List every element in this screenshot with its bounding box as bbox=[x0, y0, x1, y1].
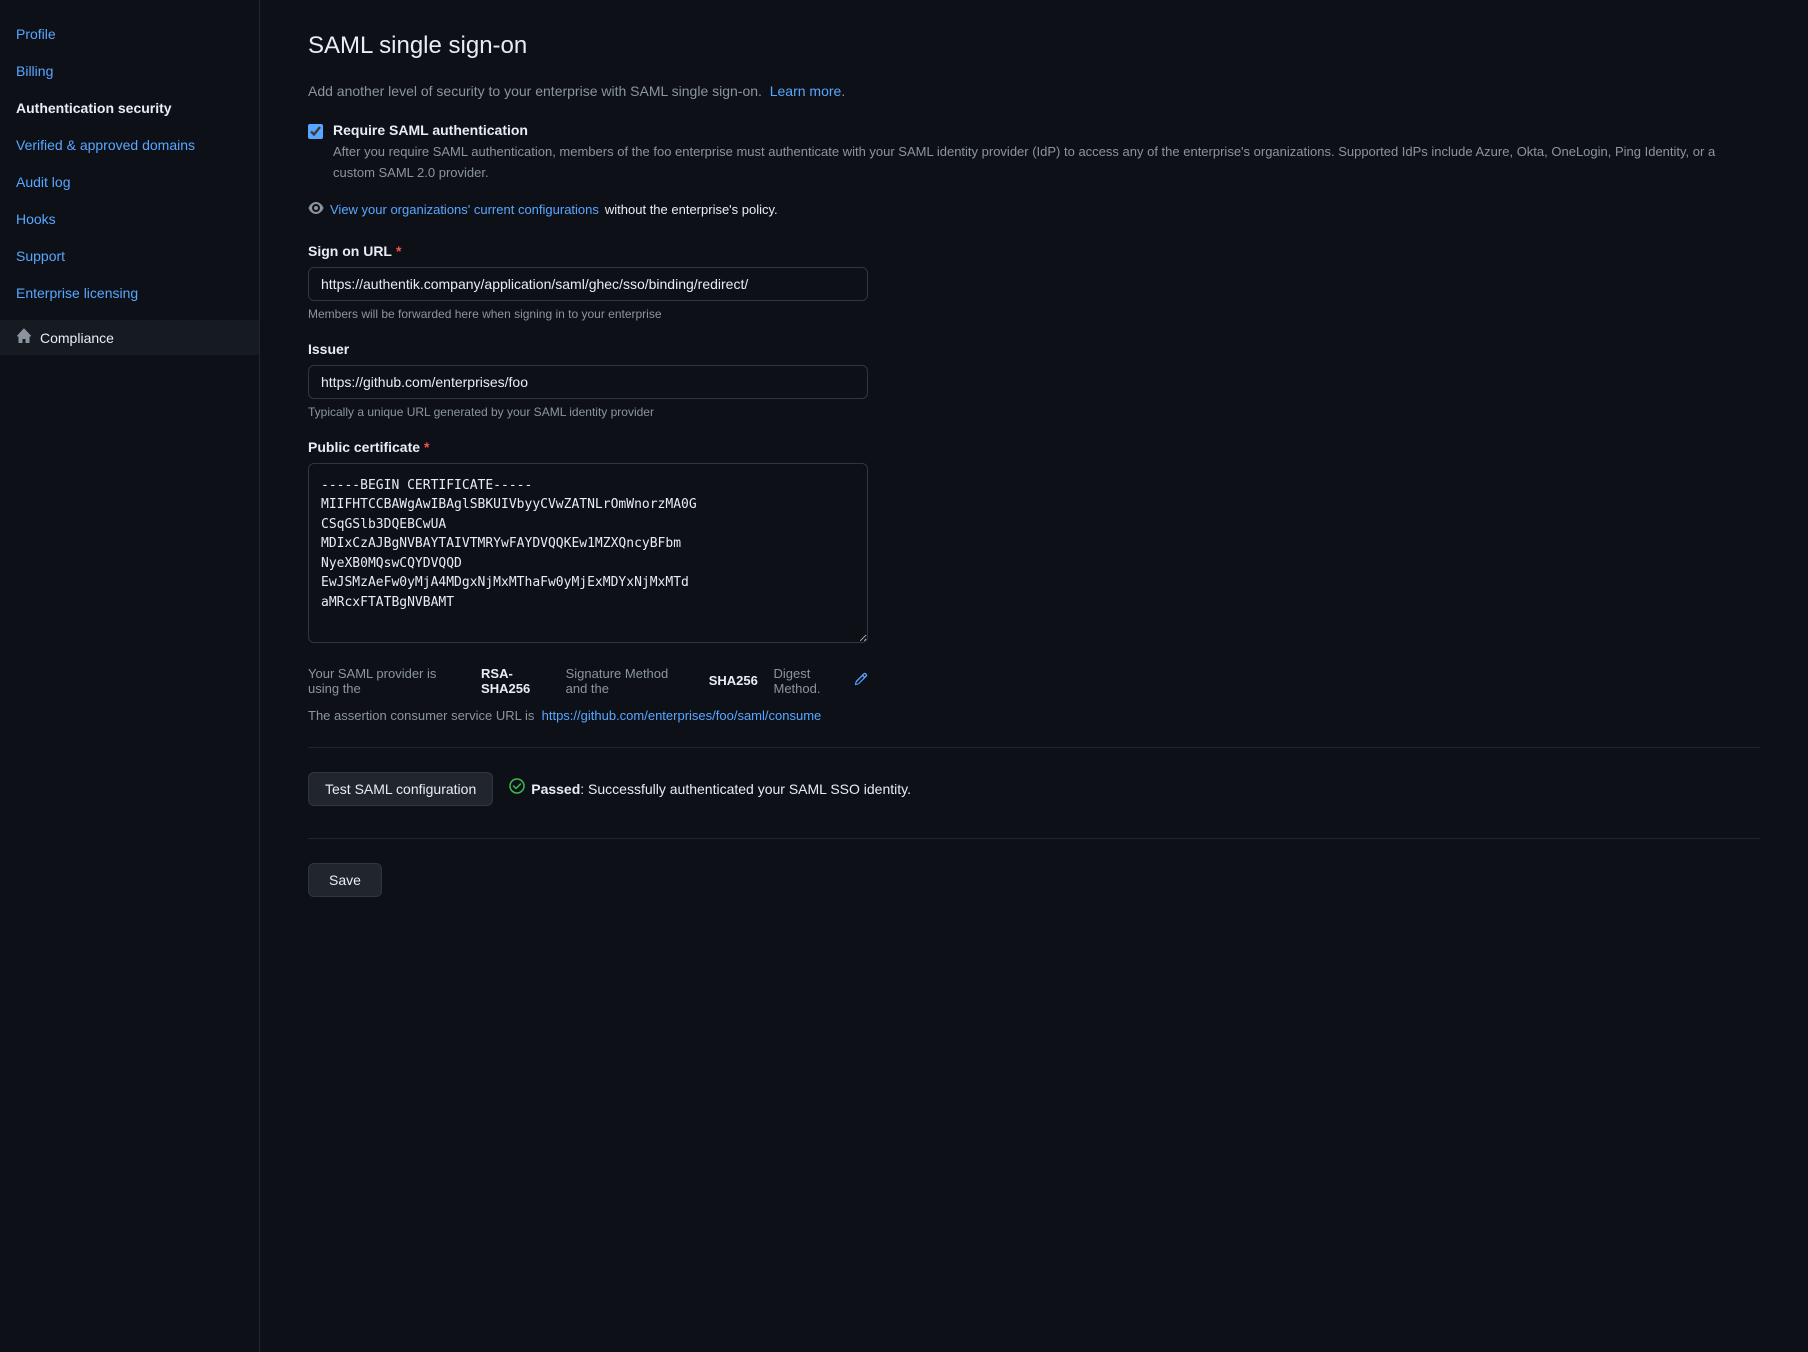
divider bbox=[308, 747, 1760, 748]
success-icon bbox=[509, 778, 525, 799]
consumer-url-prefix: The assertion consumer service URL is bbox=[308, 708, 534, 723]
require-saml-content: Require SAML authentication After you re… bbox=[333, 122, 1760, 184]
view-configs-suffix: without the enterprise's policy. bbox=[605, 202, 778, 217]
main-content: SAML single sign-on Add another level of… bbox=[260, 0, 1808, 1352]
sidebar: Profile Billing Authentication security … bbox=[0, 0, 260, 1352]
public-certificate-group: Public certificate * -----BEGIN CERTIFIC… bbox=[308, 439, 1760, 646]
page-title: SAML single sign-on bbox=[308, 32, 1760, 60]
sidebar-item-profile[interactable]: Profile bbox=[0, 16, 259, 53]
page-title-area: SAML single sign-on bbox=[308, 32, 1760, 60]
signature-mid: Signature Method and the bbox=[566, 666, 693, 696]
signature-suffix: Digest Method. bbox=[774, 666, 849, 696]
sidebar-item-audit-log[interactable]: Audit log bbox=[0, 164, 259, 201]
require-saml-section: Require SAML authentication After you re… bbox=[308, 122, 1760, 184]
digest-method: SHA256 bbox=[709, 673, 758, 688]
sidebar-item-billing[interactable]: Billing bbox=[0, 53, 259, 90]
save-row: Save bbox=[308, 863, 1760, 897]
required-star-cert: * bbox=[424, 439, 429, 455]
button-row: Test SAML configuration Passed: Successf… bbox=[308, 772, 1760, 806]
sidebar-item-verified-approved-domains[interactable]: Verified & approved domains bbox=[0, 127, 259, 164]
require-saml-label[interactable]: Require SAML authentication bbox=[333, 122, 528, 138]
test-saml-button[interactable]: Test SAML configuration bbox=[308, 772, 493, 806]
edit-icon[interactable] bbox=[854, 672, 868, 689]
view-configs-row: View your organizations' current configu… bbox=[308, 200, 1760, 219]
issuer-input[interactable] bbox=[308, 365, 868, 399]
sign-on-url-label: Sign on URL * bbox=[308, 243, 1760, 259]
sidebar-item-authentication-security[interactable]: Authentication security bbox=[0, 90, 259, 127]
divider-2 bbox=[308, 838, 1760, 839]
test-result: Passed: Successfully authenticated your … bbox=[509, 778, 911, 799]
save-button[interactable]: Save bbox=[308, 863, 382, 897]
issuer-group: Issuer Typically a unique URL generated … bbox=[308, 341, 1760, 419]
signature-prefix: Your SAML provider is using the bbox=[308, 666, 465, 696]
learn-more-link[interactable]: Learn more bbox=[770, 83, 842, 99]
compliance-icon bbox=[16, 328, 32, 347]
test-message: : Successfully authenticated your SAML S… bbox=[580, 781, 911, 797]
view-configs-link[interactable]: View your organizations' current configu… bbox=[330, 202, 599, 217]
sign-on-url-hint: Members will be forwarded here when sign… bbox=[308, 307, 1760, 321]
signature-method: RSA-SHA256 bbox=[481, 666, 550, 696]
test-result-text: Passed: Successfully authenticated your … bbox=[531, 781, 911, 797]
issuer-label: Issuer bbox=[308, 341, 1760, 357]
compliance-label: Compliance bbox=[40, 330, 114, 346]
signature-info: Your SAML provider is using the RSA-SHA2… bbox=[308, 666, 868, 696]
public-certificate-textarea[interactable]: -----BEGIN CERTIFICATE----- MIIFHTCCBAWg… bbox=[308, 463, 868, 643]
require-saml-checkbox[interactable] bbox=[308, 124, 323, 139]
issuer-hint: Typically a unique URL generated by your… bbox=[308, 405, 1760, 419]
sidebar-item-hooks[interactable]: Hooks bbox=[0, 201, 259, 238]
require-saml-description: After you require SAML authentication, m… bbox=[333, 142, 1760, 184]
sidebar-item-enterprise-licensing[interactable]: Enterprise licensing bbox=[0, 275, 259, 312]
public-certificate-label: Public certificate * bbox=[308, 439, 1760, 455]
required-star-url: * bbox=[396, 243, 401, 259]
test-status: Passed bbox=[531, 781, 580, 797]
intro-text: Add another level of security to your en… bbox=[308, 80, 1760, 102]
eye-icon bbox=[308, 200, 324, 219]
sign-on-url-input[interactable] bbox=[308, 267, 868, 301]
compliance-section: Compliance bbox=[0, 320, 259, 355]
consumer-url-link[interactable]: https://github.com/enterprises/foo/saml/… bbox=[542, 708, 822, 723]
sign-on-url-group: Sign on URL * Members will be forwarded … bbox=[308, 243, 1760, 321]
sidebar-item-support[interactable]: Support bbox=[0, 238, 259, 275]
consumer-url-section: The assertion consumer service URL is ht… bbox=[308, 708, 868, 723]
